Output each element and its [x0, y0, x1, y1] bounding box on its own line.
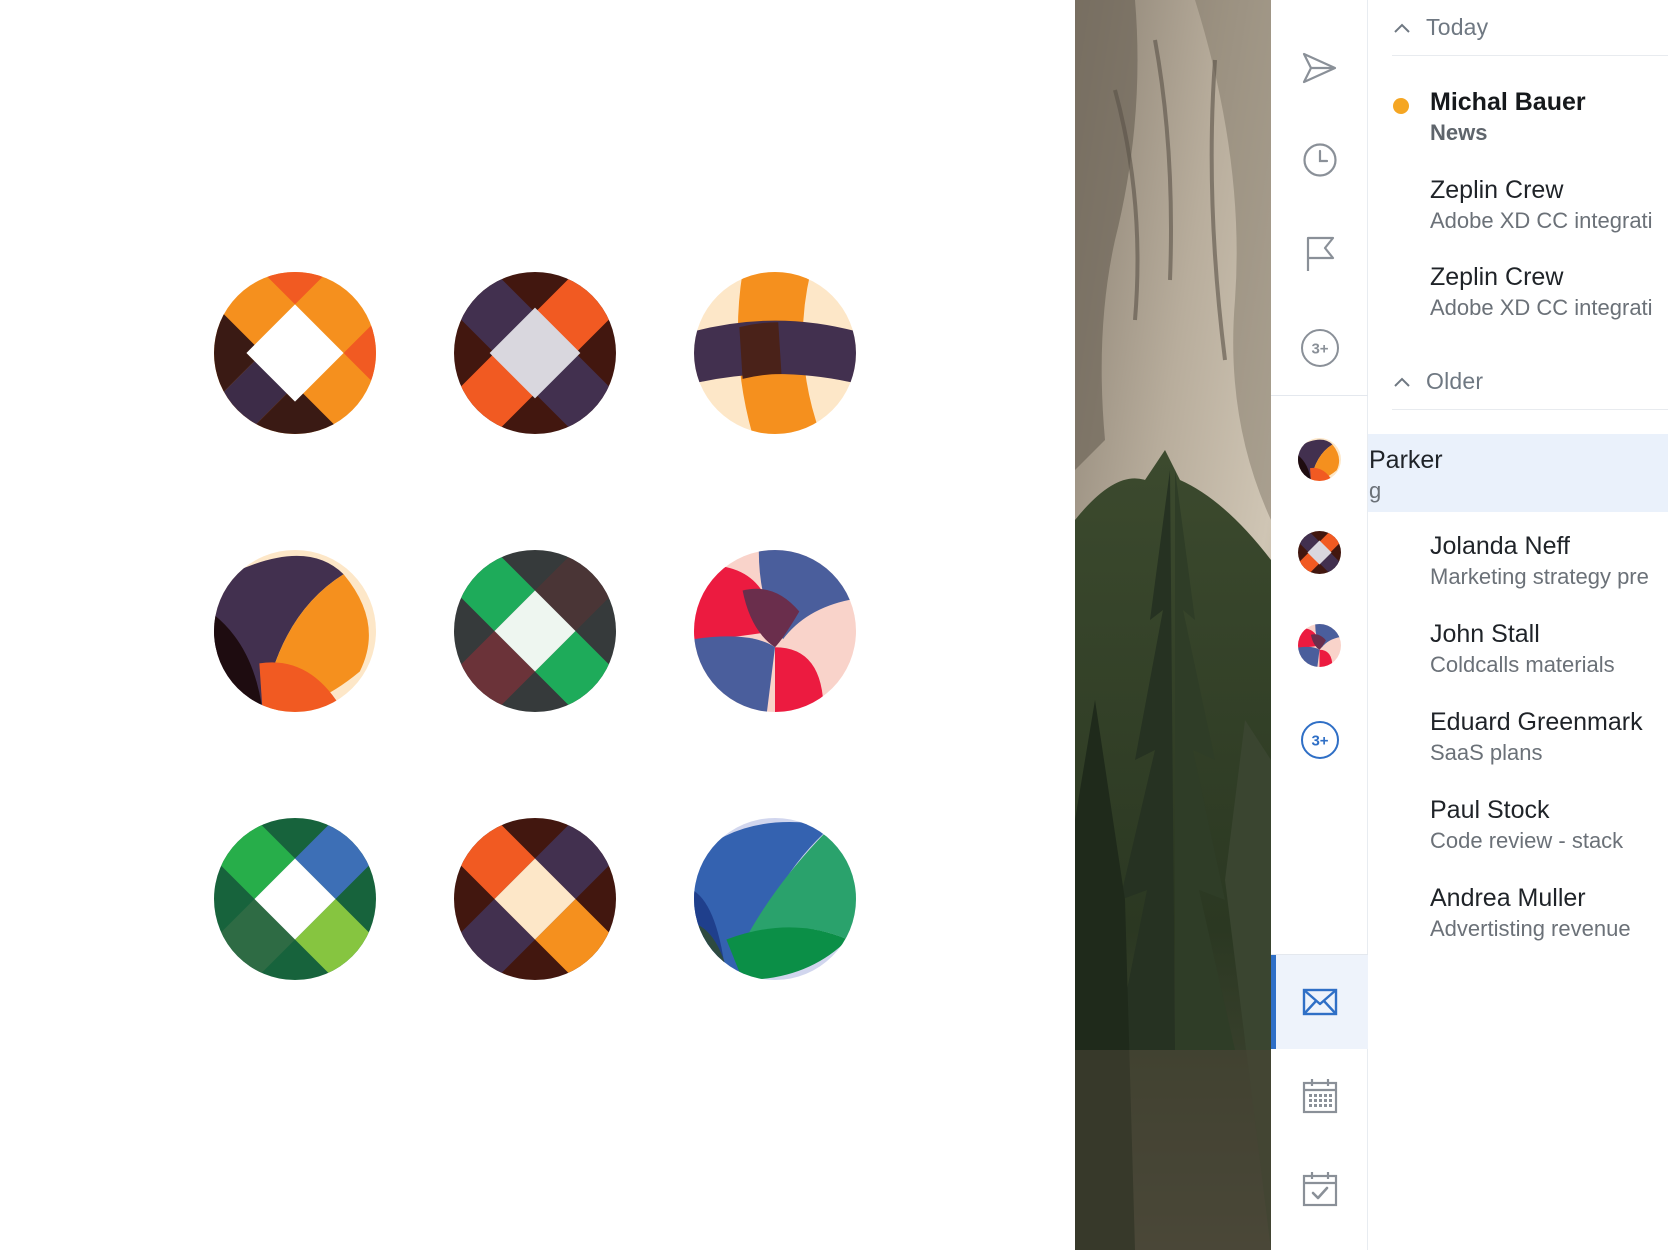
orange-diamond-avatar-icon: [214, 272, 376, 434]
message-subject: News: [1430, 120, 1488, 145]
green-diamond-avatar-icon: [454, 550, 616, 712]
send-icon: [1302, 52, 1336, 84]
background-photo: [1075, 0, 1271, 1250]
message-subject: Adobe XD CC integrati: [1430, 295, 1653, 320]
message-subject: Coldcalls materials: [1430, 652, 1615, 677]
clock-icon: [1302, 143, 1337, 177]
message-item[interactable]: Zeplin Crew Adobe XD CC integrati: [1368, 263, 1668, 345]
orange-band-avatar-icon: [694, 272, 856, 434]
calendar-icon: [1302, 1079, 1337, 1114]
message-item[interactable]: Michal Bauer News: [1368, 88, 1668, 170]
more-contacts-count: 3+: [1311, 733, 1328, 750]
cream-diamond-avatar-icon: [454, 818, 616, 980]
section-today-header[interactable]: Today: [1392, 0, 1668, 56]
message-item[interactable]: Eduard Greenmark SaaS plans: [1368, 708, 1668, 790]
section-older-header[interactable]: Older: [1392, 354, 1668, 410]
calendar-button[interactable]: [1271, 1049, 1368, 1143]
message-subject: Advertisting revenue: [1430, 916, 1631, 941]
message-subject: Marketing strategy pre: [1430, 564, 1649, 589]
contact-avatar-3[interactable]: [1298, 624, 1341, 667]
rail-divider: [1271, 395, 1368, 396]
sender-name: Paul Stock: [1430, 796, 1550, 824]
sender-name: Michal Bauer: [1430, 88, 1586, 116]
chevron-up-icon: [1392, 372, 1412, 392]
message-subject: Code review - stack: [1430, 828, 1624, 853]
dark-diamond-avatar-icon: [1298, 531, 1341, 574]
mail-icon: [1302, 988, 1337, 1016]
orange-crescent-avatar-icon: [214, 550, 376, 712]
avatar-showcase: [0, 0, 1075, 1250]
active-indicator: [1271, 955, 1276, 1049]
message-item[interactable]: Paul Stock Code review - stack: [1368, 796, 1668, 878]
message-item-selected[interactable]: Parker g: [1368, 434, 1668, 512]
snoozed-button[interactable]: [1271, 113, 1368, 207]
message-subject: SaaS plans: [1430, 740, 1543, 765]
more-count-icon: 3+: [1300, 329, 1339, 367]
message-item[interactable]: John Stall Coldcalls materials: [1368, 620, 1668, 702]
message-item[interactable]: Andrea Muller Advertisting revenue: [1368, 884, 1668, 966]
more-contacts-button[interactable]: 3+: [1271, 693, 1368, 787]
orange-crescent-avatar-icon: [1298, 438, 1341, 481]
dark-diamond-avatar-icon: [454, 272, 616, 434]
sender-name: Eduard Greenmark: [1430, 708, 1643, 736]
message-subject: Adobe XD CC integrati: [1430, 208, 1653, 233]
green-blue-diamond-avatar-icon: [214, 818, 376, 980]
tasks-button[interactable]: [1271, 1142, 1368, 1236]
section-label: Today: [1426, 14, 1489, 40]
sender-name: John Stall: [1430, 620, 1540, 648]
blue-green-leaf-avatar-icon: [694, 818, 856, 980]
sender-name: Jolanda Neff: [1430, 532, 1570, 560]
message-item[interactable]: Jolanda Neff Marketing strategy pre: [1368, 532, 1668, 614]
send-button[interactable]: [1271, 21, 1368, 115]
flagged-button[interactable]: [1271, 207, 1368, 301]
chevron-up-icon: [1392, 18, 1412, 38]
mail-button[interactable]: [1271, 955, 1368, 1049]
sender-name: Parker: [1369, 446, 1443, 474]
red-blue-weave-avatar-icon: [1298, 624, 1341, 667]
message-list: Today Michal Bauer News Zeplin Crew Adob…: [1368, 0, 1668, 1250]
section-label: Older: [1426, 368, 1484, 394]
more-folders-count: 3+: [1311, 341, 1328, 358]
flag-icon: [1306, 236, 1334, 271]
unread-dot: [1393, 98, 1409, 114]
tasks-icon: [1302, 1172, 1337, 1207]
more-folders-button[interactable]: 3+: [1271, 301, 1368, 395]
sender-name: Zeplin Crew: [1430, 176, 1564, 204]
message-subject: g: [1369, 478, 1382, 503]
message-item[interactable]: Zeplin Crew Adobe XD CC integrati: [1368, 176, 1668, 258]
red-blue-weave-avatar-icon: [694, 550, 856, 712]
more-count-icon: 3+: [1300, 721, 1339, 759]
contact-avatar-2[interactable]: [1298, 531, 1341, 574]
sender-name: Zeplin Crew: [1430, 263, 1564, 291]
contact-avatar-1[interactable]: [1298, 438, 1341, 481]
navigation-rail: 3+ 3+: [1271, 0, 1368, 1250]
sender-name: Andrea Muller: [1430, 884, 1586, 912]
